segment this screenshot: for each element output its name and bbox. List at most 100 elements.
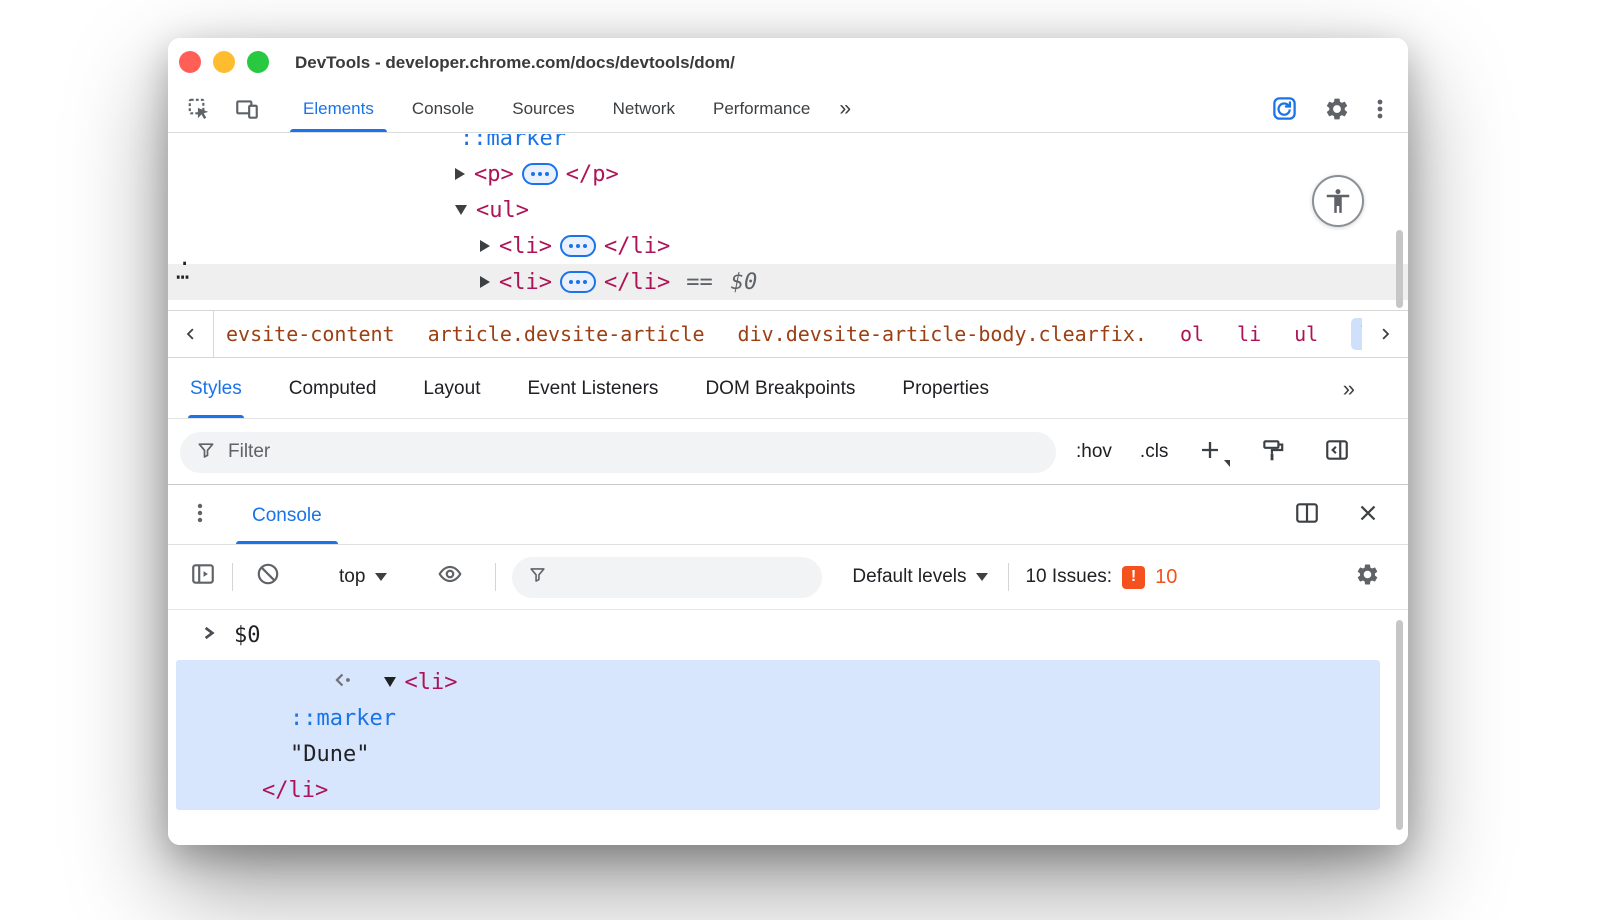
tab-properties[interactable]: Properties [902,359,989,418]
accessibility-icon[interactable] [1312,175,1364,227]
toggle-class-button[interactable]: .cls [1140,441,1169,463]
console-toolbar: top Default levels 10 Issues: 10 [168,545,1408,610]
filter-funnel-icon [528,565,547,590]
disclosure-collapsed-icon[interactable] [480,240,490,252]
styles-filter-input[interactable] [228,441,1040,463]
execution-context-selector[interactable]: top [339,566,387,588]
drawer-kebab-menu-icon[interactable] [196,500,204,531]
console-settings-gear-icon[interactable] [1355,562,1380,593]
drawer-header-icons [1294,500,1380,531]
breadcrumb-item[interactable]: li [1237,322,1261,346]
tree-node-li-selected[interactable]: <li> </li> == $0 [168,264,1408,300]
text-node-value: "Dune" [290,742,369,767]
breadcrumb-item[interactable]: div.devsite-article-body.clearfix. [738,322,1147,346]
result-text-node[interactable]: "Dune" [176,736,1380,772]
console-sidebar-icon[interactable] [190,561,216,593]
tab-styles[interactable]: Styles [190,359,242,418]
tab-sources[interactable]: Sources [493,85,593,132]
tab-properties-label: Properties [902,378,989,399]
clear-console-icon[interactable] [255,561,281,593]
inspect-element-icon[interactable] [186,96,212,122]
elements-scrollbar[interactable] [1396,230,1403,308]
tab-network[interactable]: Network [594,85,694,132]
breadcrumb-item[interactable]: ol [1180,322,1204,346]
close-window-button[interactable] [179,51,201,73]
breadcrumb-item[interactable]: article.devsite-article [428,322,705,346]
result-node-close[interactable]: </li> [176,772,1380,808]
tab-performance[interactable]: Performance [694,85,829,132]
more-panels-chevron-icon[interactable]: » [839,97,850,121]
toggle-hover-state-button[interactable]: :hov [1076,441,1112,463]
tree-node-li[interactable]: <li> </li> [168,228,1408,264]
tab-dom-breakpoints-label: DOM Breakpoints [705,378,855,399]
close-tag: </li> [604,234,670,259]
refresh-device-icon[interactable] [1271,95,1298,122]
zoom-window-button[interactable] [247,51,269,73]
result-node-open[interactable]: <li> [176,664,1380,700]
new-style-rule-icon[interactable] [1198,438,1222,467]
ellipsis-expand-icon[interactable] [560,235,596,257]
context-label: top [339,566,365,588]
more-tabs-chevron-icon[interactable]: » [1343,376,1354,402]
kebab-menu-icon[interactable] [1376,96,1384,122]
tab-layout-label: Layout [423,378,480,399]
console-result-expanded[interactable]: <li> ::marker "Dune" </li> [176,660,1380,810]
tree-node-p[interactable]: <p> </p> [168,156,1408,192]
dollar-zero-annotation: $0 [731,270,758,295]
live-expression-eye-icon[interactable] [435,561,465,593]
issue-exclamation-icon [1122,566,1145,589]
breadcrumb: evsite-content article.devsite-article d… [214,318,1362,350]
chevron-down-icon [1224,460,1230,467]
tab-network-label: Network [613,99,675,118]
console-scrollbar[interactable] [1396,620,1403,830]
divider [495,563,496,591]
ellipsis-expand-icon[interactable] [560,271,596,293]
breadcrumb-scroll-right-icon[interactable] [1362,311,1408,357]
minimize-window-button[interactable] [213,51,235,73]
pseudo-element-label: ::marker [290,706,396,731]
settings-gear-icon[interactable] [1324,96,1350,122]
device-toolbar-icon[interactable] [234,96,260,122]
close-tag: </p> [566,162,619,187]
panel-tabs: Elements Console Sources Network Perform… [284,85,829,132]
console-log: $0 <li> ::marker "Dune" </li> [168,610,1408,845]
console-filter-field[interactable] [512,557,822,598]
tree-node-ul[interactable]: <ul> [168,192,1408,228]
tab-dom-breakpoints[interactable]: DOM Breakpoints [705,359,855,418]
disclosure-collapsed-icon[interactable] [455,168,465,180]
tab-event-listeners[interactable]: Event Listeners [527,359,658,418]
breadcrumb-item[interactable]: ul [1294,322,1318,346]
tab-elements-label: Elements [303,99,374,118]
breadcrumb-item[interactable]: evsite-content [226,322,395,346]
tab-console[interactable]: Console [393,85,493,132]
tab-computed[interactable]: Computed [289,359,377,418]
disclosure-expanded-icon[interactable] [455,205,467,215]
result-pseudo-element[interactable]: ::marker [176,700,1380,736]
tab-layout[interactable]: Layout [423,359,480,418]
styles-filter-field[interactable] [180,432,1056,473]
rendering-brush-icon[interactable] [1260,437,1286,468]
drawer-tab-console[interactable]: Console [236,486,338,544]
tree-node-marker[interactable]: ::marker [168,134,1408,156]
chevron-down-icon [976,573,988,581]
ellipsis-expand-icon[interactable] [522,163,558,185]
disclosure-expanded-icon[interactable] [384,677,396,687]
split-panel-icon[interactable] [1294,500,1320,531]
log-levels-selector[interactable]: Default levels [852,566,988,588]
tab-console-label: Console [412,99,474,118]
divider [232,563,233,591]
titlebar: DevTools - developer.chrome.com/docs/dev… [168,38,1408,85]
close-drawer-icon[interactable] [1356,501,1380,530]
breadcrumb-scroll-left-icon[interactable] [168,311,214,357]
toolbar-right-icons [1271,95,1384,122]
console-filter-input[interactable] [559,566,806,588]
disclosure-collapsed-icon[interactable] [480,276,490,288]
issues-counter[interactable]: 10 Issues: 10 [1025,566,1177,589]
issues-label: 10 Issues: [1025,566,1112,588]
clipped-text-fragment: ⋯ [176,265,189,290]
traffic-lights [179,51,269,73]
tab-elements[interactable]: Elements [284,85,393,132]
breadcrumb-item-selected[interactable]: li [1351,318,1362,350]
open-tag: <li> [499,270,552,295]
toggle-sidebar-icon[interactable] [1324,437,1350,468]
